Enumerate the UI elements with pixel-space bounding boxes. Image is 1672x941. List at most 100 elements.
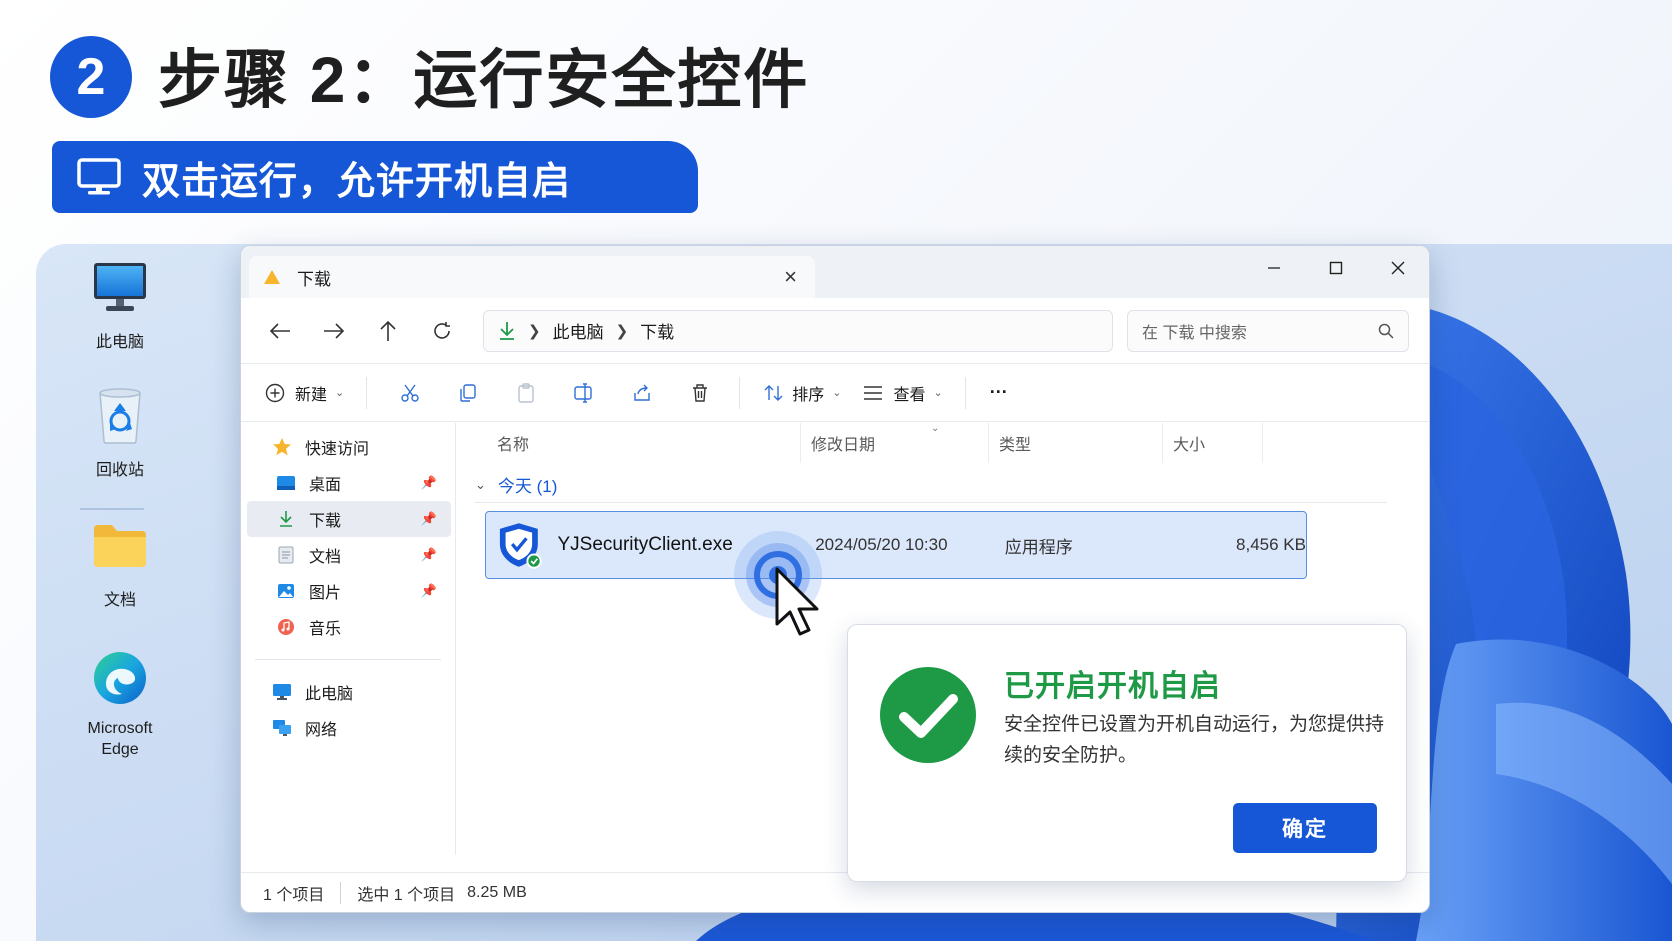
maximize-button[interactable] xyxy=(1305,246,1367,290)
breadcrumb-downloads[interactable]: 下载 xyxy=(640,318,674,343)
paste-button[interactable] xyxy=(507,382,545,403)
file-size: 8,456 KB xyxy=(1236,535,1306,554)
autostart-dialog: 已开启开机自启 安全控件已设置为开机自动运行，为您提供持续的安全防护。 确定 xyxy=(847,624,1407,882)
column-header-type[interactable]: 类型 xyxy=(989,423,1163,463)
desktop-divider xyxy=(80,508,144,510)
group-label: 今天 (1) xyxy=(497,477,558,496)
sidebar-item-this-pc[interactable]: 此电脑 xyxy=(247,674,451,710)
sidebar-item-label: 音乐 xyxy=(309,621,342,638)
pin-icon[interactable]: 📌 xyxy=(421,583,437,599)
more-options-button[interactable]: ··· xyxy=(990,382,1008,403)
forward-button[interactable] xyxy=(307,311,361,351)
pin-icon[interactable]: 📌 xyxy=(421,547,437,563)
file-row-yjsecurityclient[interactable]: YJSecurityClient.exe 2024/05/20 10:30 应用… xyxy=(485,511,1307,579)
document-icon xyxy=(278,546,294,564)
desktop-icon-recycle-bin[interactable]: 回收站 xyxy=(70,384,170,480)
desktop-icon-edge[interactable]: Microsoft Edge xyxy=(70,646,170,760)
chevron-right-icon: ❯ xyxy=(528,322,541,340)
sidebar-item-label: 桌面 xyxy=(309,477,342,494)
sidebar-item-desktop[interactable]: 桌面 📌 xyxy=(247,465,451,501)
download-icon xyxy=(280,511,292,527)
rename-button[interactable] xyxy=(565,382,603,403)
delete-button[interactable] xyxy=(681,383,719,403)
sidebar-item-quick-access[interactable]: 快速访问 xyxy=(247,429,451,465)
view-button[interactable]: 查看 ⌄ xyxy=(863,381,943,405)
confirm-button[interactable]: 确定 xyxy=(1233,803,1377,853)
sidebar-item-label: 快速访问 xyxy=(305,441,370,458)
clipboard-icon xyxy=(518,382,534,403)
sidebar-item-downloads[interactable]: 下载 📌 xyxy=(247,501,451,537)
chevron-down-icon: ⌄ xyxy=(335,387,345,399)
computer-icon xyxy=(94,263,146,311)
rename-icon xyxy=(574,382,592,403)
toolbar-divider xyxy=(366,376,368,409)
copy-button[interactable] xyxy=(449,383,487,403)
desktop-folder-icon xyxy=(277,476,295,490)
copy-icon xyxy=(460,383,476,402)
shield-app-icon xyxy=(499,523,542,569)
view-label: 查看 xyxy=(893,386,926,404)
edge-icon xyxy=(94,652,146,704)
share-button[interactable] xyxy=(623,383,661,403)
sort-label: 排序 xyxy=(792,386,825,404)
page-title: 步骤 2：运行安全控件 xyxy=(158,44,810,116)
computer-icon xyxy=(273,684,291,700)
list-view-icon xyxy=(864,385,883,400)
search-input[interactable]: 在 下载 中搜索 xyxy=(1127,309,1409,352)
trash-icon xyxy=(693,383,708,402)
breadcrumb-this-pc[interactable]: 此电脑 xyxy=(553,318,604,343)
sort-button[interactable]: 排序 ⌄ xyxy=(764,381,841,405)
address-bar[interactable]: ❯ 此电脑 ❯ 下载 xyxy=(483,309,1113,352)
sidebar-item-documents[interactable]: 文档 📌 xyxy=(247,537,451,573)
file-type: 应用程序 xyxy=(1004,537,1073,557)
refresh-icon xyxy=(434,321,450,339)
more-icon: ··· xyxy=(989,382,1008,402)
group-header-today[interactable]: ⌄ 今天 (1) xyxy=(475,467,1387,503)
sidebar-item-label: 下载 xyxy=(309,513,342,530)
cut-button[interactable] xyxy=(391,383,429,403)
star-icon xyxy=(273,438,291,456)
sidebar-item-music[interactable]: 音乐 xyxy=(247,609,451,645)
arrow-left-icon xyxy=(269,322,290,339)
new-button[interactable]: 新建 ⌄ xyxy=(265,381,344,405)
subtitle-banner: 双击运行，允许开机自启 xyxy=(52,141,698,213)
search-icon xyxy=(1378,323,1394,339)
column-header-size[interactable]: 大小 xyxy=(1163,423,1263,463)
sidebar-item-label: 图片 xyxy=(309,585,342,602)
sidebar-item-pictures[interactable]: 图片 📌 xyxy=(247,573,451,609)
desktop-icon-label: Microsoft Edge xyxy=(87,720,153,758)
sidebar-item-label: 文档 xyxy=(309,549,342,566)
mouse-cursor-icon xyxy=(775,567,819,636)
tab-downloads[interactable]: 下载 × xyxy=(249,256,815,298)
sidebar-item-network[interactable]: 网络 xyxy=(247,710,451,746)
back-button[interactable] xyxy=(253,311,307,351)
desktop-icon-this-pc[interactable]: 此电脑 xyxy=(70,256,170,352)
new-label: 新建 xyxy=(295,386,328,404)
column-header-date[interactable]: 修改日期 xyxy=(801,423,989,463)
tab-close-icon[interactable]: × xyxy=(784,264,797,290)
plus-circle-icon xyxy=(265,383,285,402)
chevron-down-icon: ⌄ xyxy=(832,387,842,399)
desktop-icon-documents[interactable]: 文档 xyxy=(70,514,170,610)
sort-indicator-icon: ⌄ xyxy=(931,423,940,434)
arrow-up-icon xyxy=(380,320,396,341)
desktop-icon-label: 文档 xyxy=(103,592,136,609)
column-header-name[interactable]: 名称 xyxy=(457,423,801,463)
status-item-count: 1 个项目 xyxy=(263,886,325,904)
sidebar-divider xyxy=(255,659,441,660)
tab-label: 下载 xyxy=(297,269,331,289)
sidebar-item-label: 此电脑 xyxy=(305,686,354,703)
file-date: 2024/05/20 10:30 xyxy=(815,535,948,554)
pin-icon[interactable]: 📌 xyxy=(421,475,437,491)
close-window-button[interactable] xyxy=(1367,246,1429,290)
navigation-pane: 快速访问 桌面 📌 下载 📌 文档 📌 图片 📌 音乐 此电脑 网络 xyxy=(241,423,456,855)
pin-icon[interactable]: 📌 xyxy=(421,511,437,527)
minimize-button[interactable] xyxy=(1243,246,1305,290)
sidebar-item-label: 网络 xyxy=(305,722,338,739)
refresh-button[interactable] xyxy=(415,311,469,351)
chevron-down-icon: ⌄ xyxy=(933,387,943,399)
desktop-icon-label: 回收站 xyxy=(95,462,144,479)
up-button[interactable] xyxy=(361,311,415,351)
navigation-bar: ❯ 此电脑 ❯ 下载 在 下载 中搜索 xyxy=(241,298,1429,364)
success-check-icon xyxy=(880,667,976,763)
